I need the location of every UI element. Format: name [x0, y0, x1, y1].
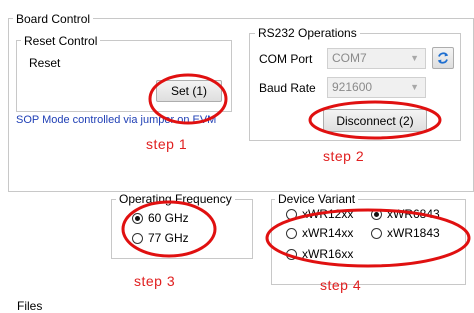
variant-xwr12xx-radio[interactable]: xWR12xx — [286, 207, 353, 221]
baud-rate-value: 921600 — [332, 80, 373, 94]
radio-unselected-icon — [286, 248, 297, 260]
freq-60ghz-radio[interactable]: 60 GHz — [132, 211, 189, 225]
operating-frequency-title: Operating Frequency — [116, 192, 235, 206]
disconnect-button[interactable]: Disconnect (2) — [323, 109, 427, 132]
freq-option-label: 60 GHz — [148, 211, 189, 225]
freq-option-label: 77 GHz — [148, 231, 189, 245]
set-reset-button[interactable]: Set (1) — [156, 80, 222, 102]
files-label: Files — [17, 299, 43, 313]
baud-rate-select[interactable]: 921600 ▼ — [327, 77, 426, 98]
chevron-down-icon: ▼ — [410, 53, 419, 63]
device-variant-title: Device Variant — [275, 192, 359, 206]
radio-unselected-icon — [371, 227, 382, 239]
variant-xwr1843-radio[interactable]: xWR1843 — [371, 226, 440, 240]
variant-option-label: xWR6843 — [387, 207, 440, 221]
com-port-value: COM7 — [332, 51, 367, 65]
variant-option-label: xWR16xx — [302, 247, 354, 261]
rs232-operations-title: RS232 Operations — [255, 26, 360, 40]
freq-77ghz-radio[interactable]: 77 GHz — [132, 231, 189, 245]
variant-xwr16xx-radio[interactable]: xWR16xx — [286, 247, 353, 261]
variant-option-label: xWR12xx — [302, 207, 354, 221]
sop-mode-note: SOP Mode controlled via jumper on EVM — [16, 114, 217, 126]
variant-option-label: xWR1843 — [387, 226, 440, 240]
com-port-label: COM Port — [259, 52, 313, 66]
step4-annotation: step 4 — [320, 277, 362, 293]
variant-xwr14xx-radio[interactable]: xWR14xx — [286, 226, 353, 240]
reset-label: Reset — [29, 56, 61, 70]
operating-frequency-group — [111, 199, 253, 259]
variant-option-label: xWR14xx — [302, 226, 354, 240]
radio-selected-icon — [371, 208, 382, 220]
radio-selected-icon — [132, 212, 143, 224]
refresh-ports-button[interactable] — [432, 47, 454, 69]
step3-annotation: step 3 — [134, 273, 176, 289]
refresh-icon — [437, 52, 449, 64]
com-port-select[interactable]: COM7 ▼ — [327, 48, 426, 69]
step1-annotation: step 1 — [146, 136, 188, 152]
radio-unselected-icon — [286, 208, 297, 220]
radio-unselected-icon — [132, 232, 143, 244]
board-control-title: Board Control — [13, 12, 94, 26]
baud-rate-label: Baud Rate — [259, 81, 316, 95]
chevron-down-icon: ▼ — [410, 82, 419, 92]
variant-xwr6843-radio[interactable]: xWR6843 — [371, 207, 440, 221]
radio-unselected-icon — [286, 227, 297, 239]
reset-control-title: Reset Control — [21, 34, 101, 48]
step2-annotation: step 2 — [323, 148, 365, 164]
